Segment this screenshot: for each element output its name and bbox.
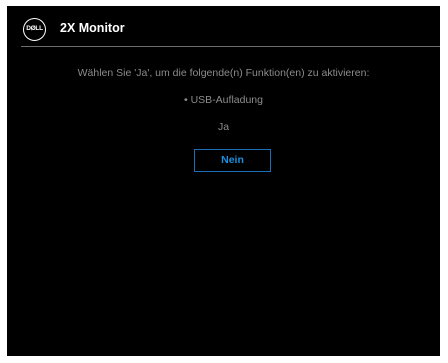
menu-header: DØLL 2X Monitor — [7, 6, 440, 48]
osd-menu: DØLL 2X Monitor Wählen Sie 'Ja', um die … — [7, 6, 440, 356]
page-title: 2X Monitor — [60, 21, 125, 35]
yes-option[interactable]: Ja — [7, 121, 440, 133]
confirmation-message: Wählen Sie 'Ja', um die folgende(n) Funk… — [77, 67, 370, 79]
header-divider — [21, 46, 440, 47]
feature-list-item: • USB-Aufladung — [184, 94, 263, 106]
no-button[interactable]: Nein — [194, 149, 271, 172]
dell-logo: DØLL — [23, 18, 46, 41]
